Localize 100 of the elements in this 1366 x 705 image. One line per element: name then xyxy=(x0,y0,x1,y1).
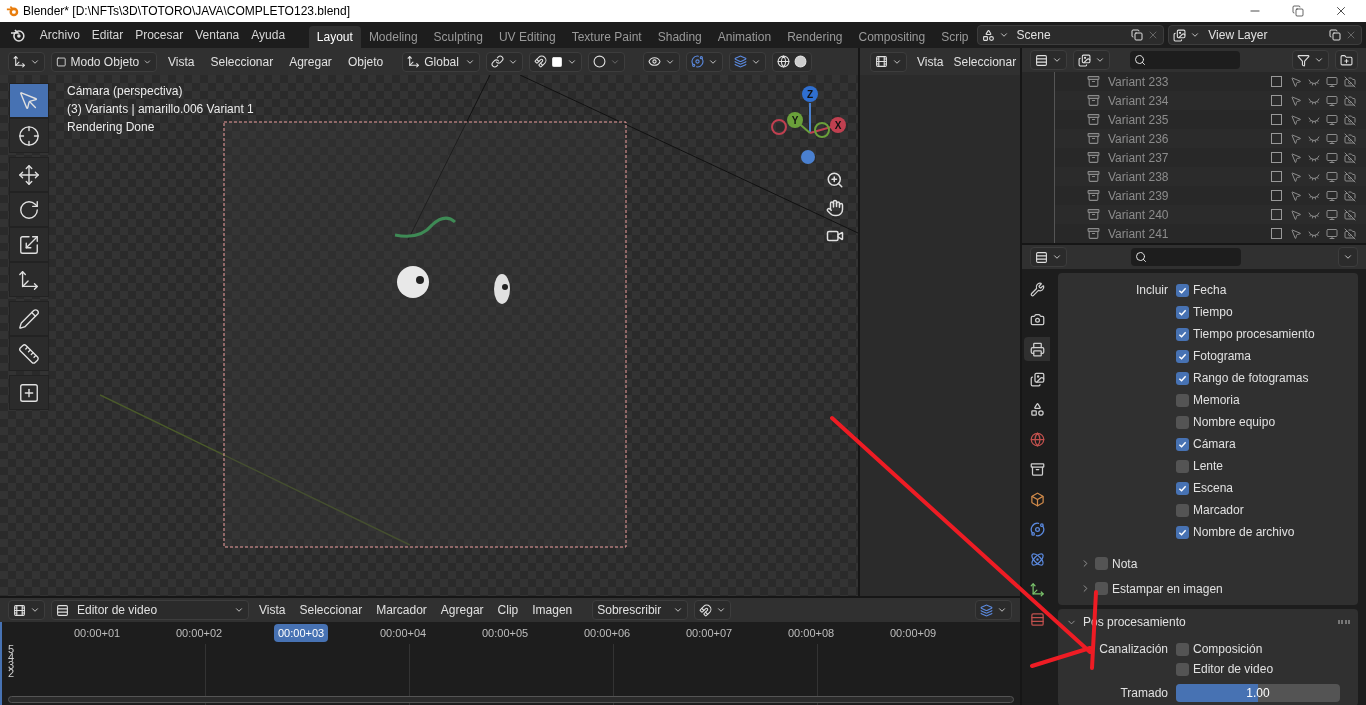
editor-type-button[interactable] xyxy=(1030,247,1067,267)
overlay-button[interactable] xyxy=(729,51,767,72)
checkbox[interactable] xyxy=(1271,228,1282,239)
frame-label[interactable]: 00:00+08 xyxy=(784,623,886,643)
checkbox[interactable] xyxy=(1176,437,1189,451)
camera-off-icon[interactable] xyxy=(1344,132,1356,145)
frame-label[interactable]: 00:00+09 xyxy=(886,623,988,643)
restore-icon[interactable] xyxy=(1292,5,1304,17)
pointer-icon[interactable] xyxy=(1290,227,1302,240)
copy-icon[interactable] xyxy=(1329,29,1341,41)
gizmo-button[interactable] xyxy=(686,51,724,72)
menu-item[interactable]: Seleccionar xyxy=(953,52,1017,71)
camera-off-icon[interactable] xyxy=(1344,151,1356,164)
tool-button[interactable] xyxy=(9,83,49,118)
workspace-tab[interactable]: Scrip xyxy=(933,26,977,48)
checkbox[interactable] xyxy=(1176,525,1189,539)
monitor-icon[interactable] xyxy=(1326,170,1338,183)
menu-item[interactable]: Agregar xyxy=(436,601,488,619)
menu-item[interactable]: Editar xyxy=(85,26,130,44)
copy-icon[interactable] xyxy=(1131,29,1144,41)
pivot-button[interactable] xyxy=(486,51,524,72)
editor-type-button[interactable] xyxy=(8,51,45,72)
monitor-icon[interactable] xyxy=(1326,151,1338,164)
pointer-icon[interactable] xyxy=(1290,170,1302,183)
filter-button[interactable] xyxy=(1292,50,1329,70)
new-collection-button[interactable] xyxy=(1335,50,1358,70)
tool-button[interactable] xyxy=(9,336,49,371)
search-field[interactable] xyxy=(1130,51,1240,69)
zoom-icon[interactable] xyxy=(826,171,844,189)
proportional-button[interactable] xyxy=(588,51,626,72)
overlap-dropdown[interactable]: Sobrescribir xyxy=(592,600,689,620)
menu-item[interactable]: Vista xyxy=(917,52,944,71)
menu-item[interactable]: Vista xyxy=(163,52,200,71)
checkbox[interactable] xyxy=(1176,415,1189,429)
camera-off-icon[interactable] xyxy=(1344,94,1356,107)
checkbox[interactable] xyxy=(1176,481,1189,495)
menu-item[interactable]: Ayuda xyxy=(245,26,292,44)
checkbox[interactable] xyxy=(1176,283,1189,297)
workspace-tab[interactable]: Texture Paint xyxy=(563,26,650,48)
checkbox[interactable] xyxy=(1176,371,1189,385)
workspace-tab[interactable]: Animation xyxy=(709,26,780,48)
menu-item[interactable]: Seleccionar xyxy=(205,52,279,71)
workspace-tab[interactable]: UV Editing xyxy=(490,26,564,48)
camera-off-icon[interactable] xyxy=(1344,170,1356,183)
checkbox[interactable] xyxy=(1176,662,1189,676)
monitor-icon[interactable] xyxy=(1326,227,1338,240)
pointer-icon[interactable] xyxy=(1290,151,1302,164)
frame-label[interactable]: 00:00+02 xyxy=(172,623,274,643)
frame-label[interactable]: 00:00+06 xyxy=(580,623,682,643)
checkbox[interactable] xyxy=(1271,95,1282,106)
monitor-icon[interactable] xyxy=(1326,132,1338,145)
checkbox[interactable] xyxy=(1271,76,1282,87)
monitor-icon[interactable] xyxy=(1326,75,1338,88)
tool-button[interactable] xyxy=(9,301,49,336)
camera-off-icon[interactable] xyxy=(1344,227,1356,240)
tool-button[interactable] xyxy=(9,375,49,410)
menu-item[interactable]: Imagen xyxy=(528,601,577,619)
drag-handle-icon[interactable] xyxy=(1338,620,1350,624)
snap-button[interactable] xyxy=(694,600,732,620)
menu-item[interactable]: Clip xyxy=(493,601,523,619)
tool-button[interactable] xyxy=(9,192,49,227)
checkbox[interactable] xyxy=(1176,349,1189,363)
snap-button[interactable] xyxy=(529,51,583,72)
checkbox[interactable] xyxy=(1176,393,1189,407)
blender-logo-icon[interactable] xyxy=(10,27,26,43)
checkbox[interactable] xyxy=(1176,642,1189,656)
pointer-icon[interactable] xyxy=(1290,94,1302,107)
pointer-icon[interactable] xyxy=(1290,208,1302,221)
monitor-icon[interactable] xyxy=(1326,189,1338,202)
checkbox[interactable] xyxy=(1176,327,1189,341)
frame-label[interactable]: 00:00+07 xyxy=(682,623,784,643)
horizontal-scrollbar[interactable] xyxy=(8,696,1014,703)
search-field[interactable] xyxy=(1131,248,1241,266)
checkbox[interactable] xyxy=(1176,503,1189,517)
workspace-tab[interactable]: Layout xyxy=(308,26,361,48)
checkbox[interactable] xyxy=(1176,459,1189,473)
frame-label[interactable]: 00:00+05 xyxy=(478,623,580,643)
properties-tab[interactable] xyxy=(1024,337,1050,361)
shading-button[interactable] xyxy=(772,51,813,72)
menu-item[interactable]: Archivo xyxy=(33,26,86,44)
frame-label[interactable]: 00:00+04 xyxy=(376,623,478,643)
monitor-icon[interactable] xyxy=(1326,113,1338,126)
workspace-tab[interactable]: Compositing xyxy=(850,26,934,48)
tool-button[interactable] xyxy=(9,118,49,153)
mode-dropdown[interactable]: Modo Objeto xyxy=(51,51,157,72)
scene-selector[interactable]: Scene xyxy=(976,25,1165,45)
orientation-dropdown[interactable]: Global xyxy=(402,51,481,72)
editor-type-button[interactable] xyxy=(1030,50,1067,70)
tool-button[interactable] xyxy=(9,157,49,192)
editor-type-button[interactable] xyxy=(870,51,907,72)
pointer-icon[interactable] xyxy=(1290,189,1302,202)
menu-item[interactable]: Procesar xyxy=(129,26,190,44)
frame-label[interactable]: 00:00+01 xyxy=(70,623,172,643)
pointer-icon[interactable] xyxy=(1290,75,1302,88)
menu-item[interactable]: Ventana xyxy=(189,26,246,44)
camera-off-icon[interactable] xyxy=(1344,189,1356,202)
axis-gizmo-drawing[interactable]: Z Y X xyxy=(770,85,850,177)
hand-icon[interactable] xyxy=(826,199,844,217)
pointer-icon[interactable] xyxy=(1290,132,1302,145)
monitor-icon[interactable] xyxy=(1326,208,1338,221)
